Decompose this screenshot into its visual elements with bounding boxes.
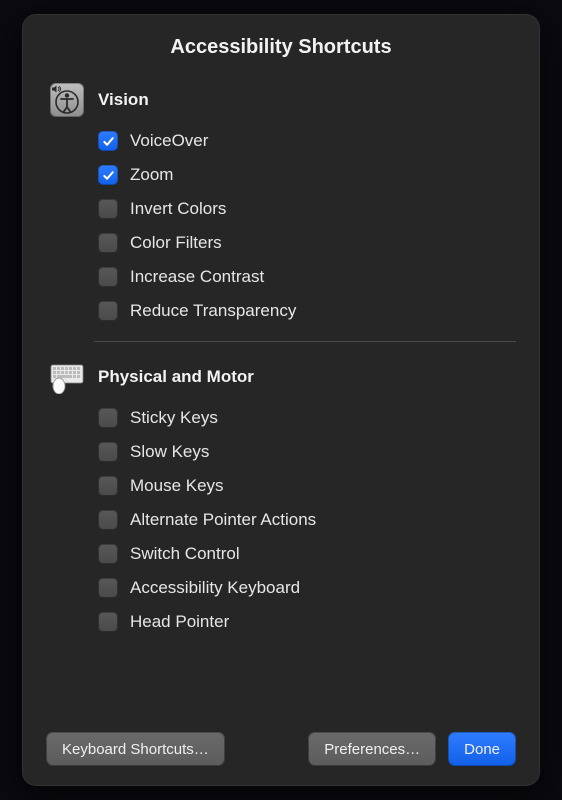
- keyboard-shortcuts-button[interactable]: Keyboard Shortcuts…: [46, 732, 225, 766]
- options-vision: VoiceOver Zoom Invert Colors Color Filters I…: [50, 131, 516, 321]
- option-label: Switch Control: [130, 544, 240, 564]
- checkbox[interactable]: [98, 165, 118, 185]
- checkbox[interactable]: [98, 233, 118, 253]
- option-label: Invert Colors: [130, 199, 226, 219]
- checkbox[interactable]: [98, 510, 118, 530]
- footer-buttons: Keyboard Shortcuts… Preferences… Done: [46, 716, 516, 766]
- checkbox[interactable]: [98, 578, 118, 598]
- option-label: Zoom: [130, 165, 173, 185]
- option-row: Increase Contrast: [98, 267, 516, 287]
- option-label: Mouse Keys: [130, 476, 224, 496]
- keyboard-mouse-icon: [50, 360, 84, 394]
- option-row: Sticky Keys: [98, 408, 516, 428]
- option-row: Color Filters: [98, 233, 516, 253]
- checkbox[interactable]: [98, 442, 118, 462]
- option-label: Reduce Transparency: [130, 301, 296, 321]
- option-label: Color Filters: [130, 233, 222, 253]
- checkbox[interactable]: [98, 199, 118, 219]
- checkbox[interactable]: [98, 612, 118, 632]
- section-header-physical: Physical and Motor: [50, 360, 516, 394]
- section-vision: Vision VoiceOver Zoom Invert Colors Color F…: [46, 83, 516, 321]
- checkbox[interactable]: [98, 476, 118, 496]
- checkbox[interactable]: [98, 408, 118, 428]
- sheet-title: Accessibility Shortcuts: [46, 36, 516, 59]
- done-button[interactable]: Done: [448, 732, 516, 766]
- option-row: Invert Colors: [98, 199, 516, 219]
- accessibility-shortcuts-sheet: Accessibility Shortcuts Visi: [22, 14, 540, 786]
- option-row: Slow Keys: [98, 442, 516, 462]
- option-label: VoiceOver: [130, 131, 208, 151]
- section-header-vision: Vision: [50, 83, 516, 117]
- section-title-physical: Physical and Motor: [98, 367, 254, 387]
- option-row: Reduce Transparency: [98, 301, 516, 321]
- accessibility-icon: [50, 83, 84, 117]
- option-row: Zoom: [98, 165, 516, 185]
- checkbox[interactable]: [98, 301, 118, 321]
- option-row: Switch Control: [98, 544, 516, 564]
- option-label: Head Pointer: [130, 612, 229, 632]
- option-label: Alternate Pointer Actions: [130, 510, 316, 530]
- options-physical: Sticky Keys Slow Keys Mouse Keys Alternate …: [50, 408, 516, 632]
- option-row: Head Pointer: [98, 612, 516, 632]
- checkbox[interactable]: [98, 267, 118, 287]
- section-divider: [94, 341, 516, 342]
- option-label: Increase Contrast: [130, 267, 264, 287]
- option-label: Sticky Keys: [130, 408, 218, 428]
- section-title-vision: Vision: [98, 90, 149, 110]
- option-row: Mouse Keys: [98, 476, 516, 496]
- option-row: VoiceOver: [98, 131, 516, 151]
- preferences-button[interactable]: Preferences…: [308, 732, 436, 766]
- section-physical: Physical and Motor Sticky Keys Slow Keys M…: [46, 360, 516, 632]
- option-label: Slow Keys: [130, 442, 209, 462]
- checkbox[interactable]: [98, 544, 118, 564]
- option-row: Accessibility Keyboard: [98, 578, 516, 598]
- checkbox[interactable]: [98, 131, 118, 151]
- option-row: Alternate Pointer Actions: [98, 510, 516, 530]
- option-label: Accessibility Keyboard: [130, 578, 300, 598]
